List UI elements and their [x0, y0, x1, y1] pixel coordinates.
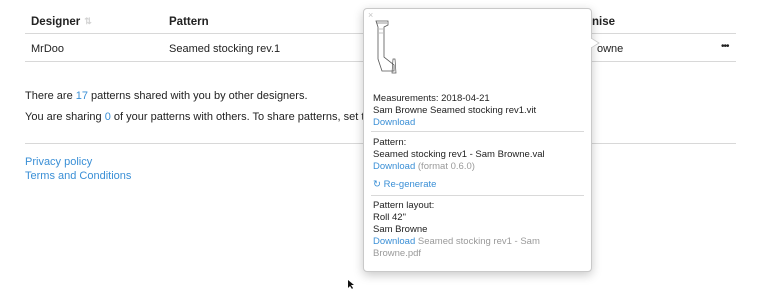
shared-prefix: There are [25, 90, 76, 102]
table-row-pattern: Seamed stocking rev.1 [169, 43, 281, 55]
pattern-popover: × Measurements: 2018-04-21 Sam Browne Se… [363, 8, 592, 272]
popover-divider [371, 195, 584, 196]
layout-download-link[interactable]: Download [373, 236, 415, 247]
sharing-prefix: You are sharing [25, 111, 105, 123]
sort-arrow-icon: ⇅ [84, 16, 92, 26]
sharing-suffix: of your patterns with others. To share p… [110, 111, 404, 123]
table-row-designer: MrDoo [31, 43, 65, 55]
shared-count-link[interactable]: 17 [76, 90, 88, 102]
column-header-license[interactable]: nise [592, 16, 615, 28]
terms-link[interactable]: Terms and Conditions [25, 170, 131, 182]
measurements-section: Measurements: 2018-04-21 Sam Browne Seam… [373, 93, 582, 129]
close-icon[interactable]: × [368, 10, 373, 20]
column-header-designer-label: Designer [31, 16, 81, 28]
refresh-icon: ↻ [373, 179, 381, 190]
column-header-pattern[interactable]: Pattern [169, 16, 209, 28]
layout-section: Pattern layout: Roll 42" Sam Browne Down… [373, 200, 582, 260]
measurements-download-link[interactable]: Download [373, 117, 582, 129]
regenerate-button[interactable]: ↻ Re-generate [373, 179, 582, 191]
shared-with-you-text: There are 17 patterns shared with you by… [25, 90, 308, 102]
pattern-thumbnail-icon [375, 20, 397, 74]
popover-arrow-icon [591, 38, 600, 48]
sharing-text: You are sharing 0 of your patterns with … [25, 111, 404, 123]
layout-roll: Roll 42" [373, 212, 406, 223]
column-header-designer[interactable]: Designer ⇅ [31, 16, 92, 28]
pattern-download-link[interactable]: Download [373, 161, 415, 172]
regenerate-label: Re-generate [383, 179, 437, 190]
pattern-label: Pattern: [373, 137, 407, 148]
pattern-section: Pattern: Seamed stocking rev1 - Sam Brow… [373, 137, 582, 191]
pattern-file: Seamed stocking rev1 - Sam Browne.val [373, 149, 545, 160]
shared-suffix: patterns shared with you by other design… [88, 90, 308, 102]
top-clipped-border [25, 0, 145, 4]
layout-author: Sam Browne [373, 224, 428, 235]
row-more-icon[interactable]: ••• [721, 41, 729, 52]
popover-divider [371, 131, 584, 132]
privacy-policy-link[interactable]: Privacy policy [25, 156, 92, 168]
measurements-label: Measurements: 2018-04-21 [373, 93, 490, 104]
pattern-format: (format 0.6.0) [415, 161, 475, 172]
measurements-file: Sam Browne Seamed stocking rev1.vit [373, 105, 537, 116]
mouse-cursor-icon [348, 280, 354, 289]
layout-label: Pattern layout: [373, 200, 435, 211]
